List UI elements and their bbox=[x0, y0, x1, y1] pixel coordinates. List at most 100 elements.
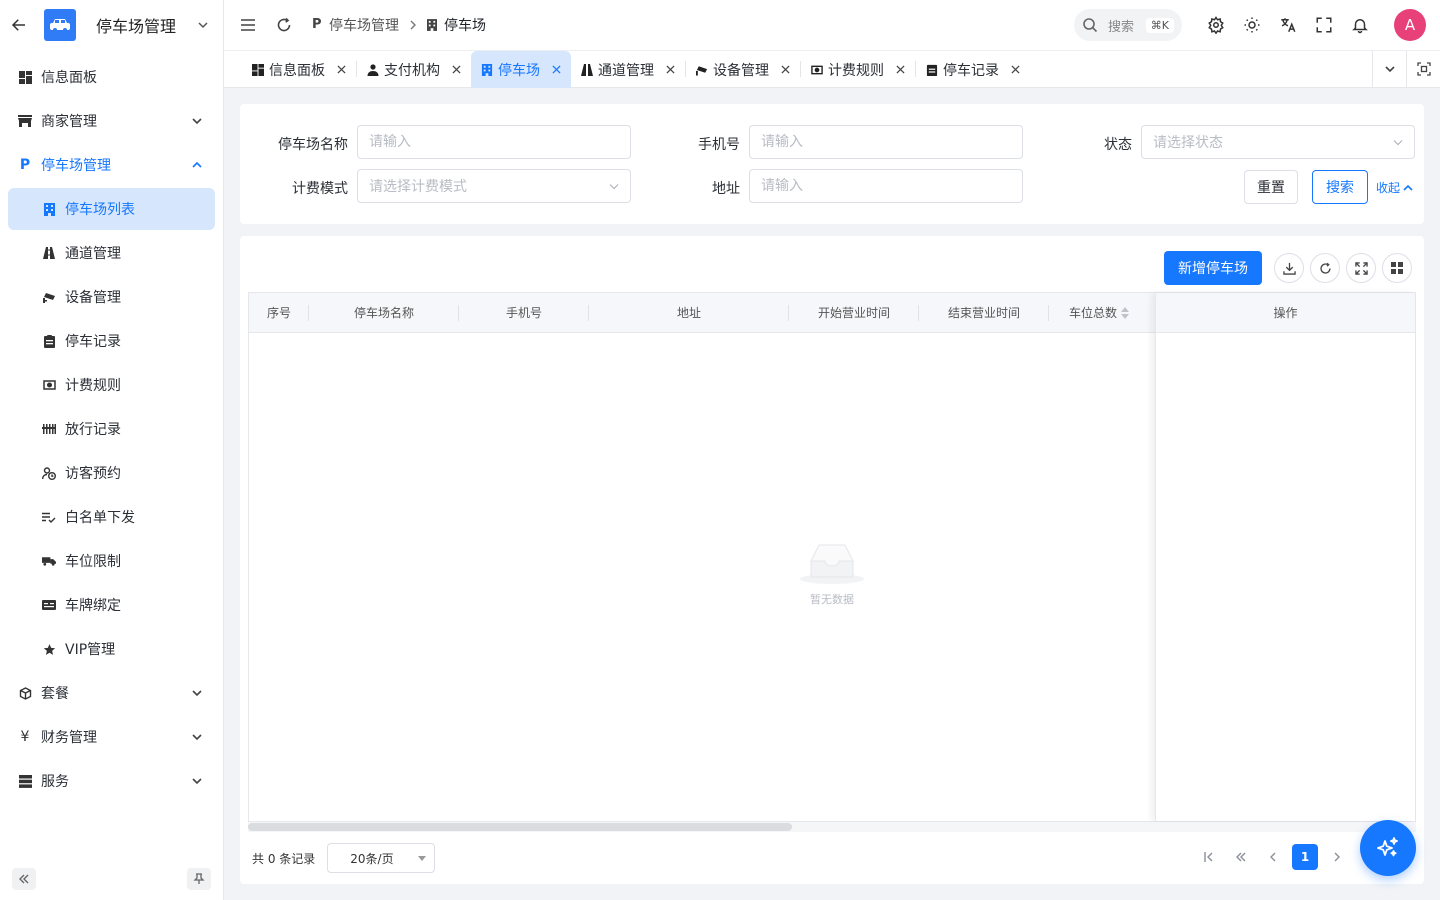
tab-parking-lot[interactable]: 停车场 bbox=[471, 51, 571, 88]
gear-icon[interactable] bbox=[1207, 16, 1225, 34]
close-icon[interactable] bbox=[781, 65, 790, 74]
sidebar-item-whitelist[interactable]: 白名单下发 bbox=[8, 496, 215, 538]
search-form: 停车场名称 手机号 状态 请选择状态 计费模式 请选择计费模式 地址 重置 搜索… bbox=[240, 104, 1424, 224]
reset-button[interactable]: 重置 bbox=[1244, 170, 1298, 204]
sidebar-item-package[interactable]: 套餐 bbox=[8, 672, 215, 714]
empty-inbox-icon bbox=[800, 544, 864, 584]
sidebar-item-parking-record[interactable]: 停车记录 bbox=[8, 320, 215, 362]
tab-channel[interactable]: 通道管理 bbox=[571, 51, 685, 88]
billing-mode-select[interactable]: 请选择计费模式 bbox=[357, 169, 631, 203]
breadcrumb: P 停车场管理 停车场 bbox=[312, 15, 486, 35]
horizontal-scrollbar[interactable] bbox=[248, 822, 1416, 832]
export-button[interactable] bbox=[1274, 253, 1304, 283]
sidebar-item-vip[interactable]: VIP管理 bbox=[8, 628, 215, 670]
search-icon bbox=[1083, 18, 1098, 33]
user-tie-icon bbox=[367, 63, 379, 76]
add-parking-lot-button[interactable]: 新增停车场 bbox=[1164, 251, 1262, 285]
page-number-current[interactable]: 1 bbox=[1292, 844, 1318, 870]
close-icon[interactable] bbox=[666, 65, 675, 74]
sidebar-item-billing-rule[interactable]: 计费规则 bbox=[8, 364, 215, 406]
sidebar-item-merchant[interactable]: 商家管理 bbox=[8, 100, 215, 142]
phone-input[interactable] bbox=[749, 125, 1023, 159]
tab-payment-org[interactable]: 支付机构 bbox=[357, 51, 471, 88]
column-header-label: 车位总数 bbox=[1068, 306, 1117, 320]
sortable-column-header[interactable]: 车位总数 bbox=[1049, 293, 1149, 332]
search-button[interactable]: 搜索 bbox=[1312, 170, 1368, 204]
tab-device[interactable]: 设备管理 bbox=[686, 51, 800, 88]
address-input[interactable] bbox=[749, 169, 1023, 203]
menu-icon[interactable] bbox=[240, 17, 256, 33]
chevron-down-icon bbox=[192, 734, 202, 741]
next-page-button[interactable] bbox=[1324, 844, 1350, 870]
first-page-button[interactable] bbox=[1196, 844, 1222, 870]
cctv-icon bbox=[696, 65, 708, 76]
prev-page-button[interactable] bbox=[1260, 844, 1286, 870]
road-icon bbox=[42, 246, 56, 260]
column-header: 地址 bbox=[589, 293, 789, 332]
refresh-icon[interactable] bbox=[276, 17, 292, 33]
bell-icon[interactable] bbox=[1351, 16, 1369, 34]
sidebar-item-label: 信息面板 bbox=[41, 70, 97, 86]
chevron-down-icon[interactable] bbox=[197, 19, 209, 31]
double-chevron-left-icon bbox=[19, 874, 29, 884]
sidebar-item-visitor[interactable]: 访客预约 bbox=[8, 452, 215, 494]
sidebar-item-space-limit[interactable]: 车位限制 bbox=[8, 540, 215, 582]
sidebar-item-label: 访客预约 bbox=[65, 466, 121, 482]
tab-maximize-button[interactable] bbox=[1406, 50, 1440, 88]
sidebar-item-channel[interactable]: 通道管理 bbox=[8, 232, 215, 274]
fullscreen-table-button[interactable] bbox=[1346, 253, 1376, 283]
tab-parking-record[interactable]: 停车记录 bbox=[916, 51, 1030, 88]
breadcrumb-item[interactable]: 停车场管理 bbox=[329, 15, 399, 35]
sidebar-item-label: 服务 bbox=[41, 774, 69, 790]
column-header: 停车场名称 bbox=[309, 293, 459, 332]
cctv-icon bbox=[42, 290, 56, 304]
close-icon[interactable] bbox=[896, 65, 905, 74]
scrollbar-thumb[interactable] bbox=[248, 823, 792, 831]
sidebar-item-service[interactable]: 服务 bbox=[8, 760, 215, 802]
sort-icon[interactable] bbox=[1121, 306, 1129, 319]
sidebar-item-release-record[interactable]: 放行记录 bbox=[8, 408, 215, 450]
column-header: 开始营业时间 bbox=[789, 293, 919, 332]
ai-assistant-button[interactable] bbox=[1360, 820, 1416, 876]
grid-icon bbox=[1391, 262, 1403, 274]
parking-name-input[interactable] bbox=[357, 125, 631, 159]
arrow-left-icon[interactable] bbox=[10, 16, 28, 34]
page-size-select[interactable]: 20条/页 bbox=[327, 843, 436, 873]
sidebar-item-device[interactable]: 设备管理 bbox=[8, 276, 215, 318]
sidebar-header: 停车场管理 bbox=[0, 0, 223, 50]
sidebar-item-plate-binding[interactable]: 车牌绑定 bbox=[8, 584, 215, 626]
tab-dashboard[interactable]: 信息面板 bbox=[242, 51, 356, 88]
chevron-right-icon bbox=[410, 20, 416, 30]
refresh-table-button[interactable] bbox=[1310, 253, 1340, 283]
collapse-sidebar-button[interactable] bbox=[12, 868, 36, 890]
tab-billing-rule[interactable]: 计费规则 bbox=[801, 51, 915, 88]
sidebar-item-finance[interactable]: ¥ 财务管理 bbox=[8, 716, 215, 758]
sidebar-item-parking-management[interactable]: P 停车场管理 bbox=[8, 144, 215, 186]
sun-icon[interactable] bbox=[1243, 16, 1261, 34]
collapse-label: 收起 bbox=[1376, 181, 1401, 195]
collapse-filter-link[interactable]: 收起 bbox=[1376, 179, 1413, 196]
sidebar-item-label: 通道管理 bbox=[65, 246, 121, 262]
close-icon[interactable] bbox=[552, 65, 561, 74]
prev-jump-button[interactable] bbox=[1228, 844, 1254, 870]
sidebar-menu: 信息面板 商家管理 P 停车场管理 停车场列表 通道管理 设备管理 停车记录 计… bbox=[0, 50, 223, 802]
chevron-up-icon bbox=[1403, 184, 1413, 191]
close-icon[interactable] bbox=[452, 65, 461, 74]
tab-dropdown-button[interactable] bbox=[1372, 50, 1406, 88]
column-settings-button[interactable] bbox=[1382, 253, 1412, 283]
tab-label: 计费规则 bbox=[828, 62, 884, 79]
sidebar-item-parking-list[interactable]: 停车场列表 bbox=[8, 188, 215, 230]
pin-sidebar-button[interactable] bbox=[187, 868, 211, 890]
sidebar-item-label: VIP管理 bbox=[65, 642, 116, 658]
fullscreen-icon[interactable] bbox=[1315, 16, 1333, 34]
avatar[interactable]: A bbox=[1394, 9, 1426, 41]
column-header: 手机号 bbox=[459, 293, 589, 332]
close-icon[interactable] bbox=[1011, 65, 1020, 74]
status-select[interactable]: 请选择状态 bbox=[1141, 125, 1415, 159]
sidebar-item-dashboard[interactable]: 信息面板 bbox=[8, 56, 215, 98]
global-search[interactable]: 搜索 ⌘K bbox=[1074, 9, 1182, 41]
parking-p-icon: P bbox=[19, 157, 31, 173]
close-icon[interactable] bbox=[337, 65, 346, 74]
chevron-down-icon bbox=[1393, 140, 1403, 146]
translate-icon[interactable] bbox=[1279, 16, 1297, 34]
